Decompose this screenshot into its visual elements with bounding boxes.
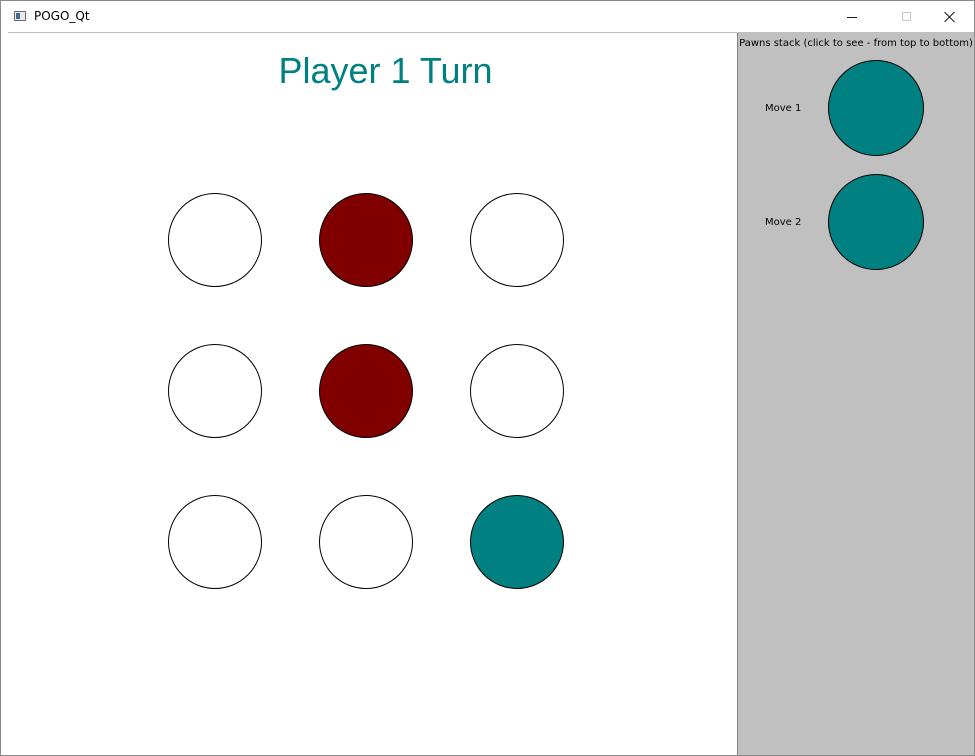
game-board: Player 1 Turn	[8, 33, 737, 755]
board-cell-2-1[interactable]	[168, 344, 262, 438]
stack-pawn-move-2[interactable]	[828, 174, 924, 270]
board-cell-1-3[interactable]	[470, 193, 564, 287]
board-cell-3-3[interactable]	[470, 495, 564, 589]
title-bar[interactable]: POGO_Qt	[1, 1, 974, 32]
window-title: POGO_Qt	[34, 9, 90, 23]
minimize-icon	[847, 17, 857, 18]
board-cell-2-3[interactable]	[470, 344, 564, 438]
board-cell-2-2[interactable]	[319, 344, 413, 438]
app-window: POGO_Qt Player 1 Turn Pawns stack (click…	[0, 0, 975, 756]
move-1-label: Move 1	[765, 103, 802, 114]
maximize-button[interactable]	[883, 1, 929, 32]
pawns-stack-panel: Pawns stack (click to see - from top to …	[737, 33, 974, 755]
close-icon	[944, 11, 956, 23]
pawns-stack-header: Pawns stack (click to see - from top to …	[739, 38, 973, 49]
maximize-icon	[901, 12, 911, 21]
turn-indicator: Player 1 Turn	[278, 50, 493, 91]
board-cell-3-2[interactable]	[319, 495, 413, 589]
board-cell-1-1[interactable]	[168, 193, 262, 287]
minimize-button[interactable]	[829, 1, 875, 32]
board-cell-1-2[interactable]	[319, 193, 413, 287]
move-2-label: Move 2	[765, 217, 802, 228]
close-button[interactable]	[927, 1, 973, 32]
board-cell-3-1[interactable]	[168, 495, 262, 589]
stack-pawn-move-1[interactable]	[828, 60, 924, 156]
app-window-icon	[14, 11, 26, 21]
